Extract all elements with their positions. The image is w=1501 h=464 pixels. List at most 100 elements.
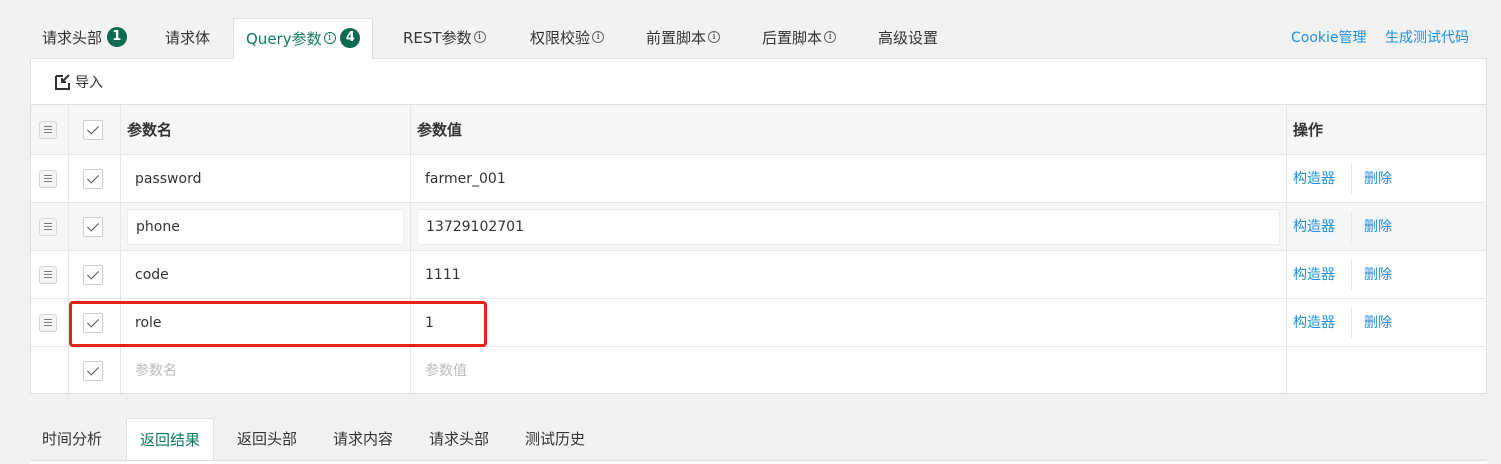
drag-cell [31,203,69,250]
tab-label: 权限校验 [530,29,591,47]
tab-label: 后置脚本 [762,29,823,47]
operation-cell: 构造器 删除 [1287,203,1486,250]
param-value-placeholder: 参数值 [425,363,467,379]
tab-auth[interactable]: 权限校验 i [530,18,605,58]
cookie-manager-link[interactable]: Cookie管理 [1291,18,1367,58]
response-panel [30,460,1487,464]
operation-cell: 构造器 删除 [1287,299,1486,346]
operation-cell: 构造器 删除 [1287,251,1486,298]
import-label: 导入 [75,75,103,91]
tab-response-headers[interactable]: 返回头部 [237,418,297,460]
param-value-cell[interactable]: farmer_001 [411,155,1287,202]
drag-cell [31,155,69,202]
header-param-value: 参数值 [417,121,463,139]
param-value-cell: 13729102701 [411,203,1287,250]
checkbox-cell [69,203,121,250]
tab-request-content[interactable]: 请求内容 [333,418,393,460]
import-button[interactable]: 导入 [55,71,103,95]
builder-link[interactable]: 构造器 [1293,203,1335,251]
drag-cell [31,251,69,298]
tab-request-headers-bottom[interactable]: 请求头部 [429,418,489,460]
param-name-cell[interactable]: role [121,299,411,346]
column-menu-icon[interactable] [39,121,57,139]
tab-time-analysis[interactable]: 时间分析 [42,418,102,460]
table-row: phone 13729102701 构造器 删除 [31,203,1486,251]
divider [1351,308,1352,338]
table-row: password farmer_001 构造器 删除 [31,155,1486,203]
header-operation: 操作 [1293,121,1324,139]
param-name: phone [136,219,180,235]
header-drag-cell [31,105,69,154]
tab-advanced-settings[interactable]: 高级设置 [878,18,938,58]
params-toolbar: 导入 [31,59,1486,105]
response-tab-bar: 时间分析 返回结果 返回头部 请求内容 请求头部 测试历史 [30,418,1501,464]
drag-handle-icon[interactable] [39,314,57,332]
tab-label: 请求头部 [42,29,103,47]
tab-query-params[interactable]: Query参数 i 4 [233,18,374,59]
tab-label: REST参数 [403,29,472,47]
info-icon: i [592,31,605,43]
row-enable-checkbox[interactable] [83,217,103,237]
row-enable-checkbox[interactable] [83,313,103,333]
drag-handle-icon[interactable] [39,170,57,188]
delete-link[interactable]: 删除 [1364,203,1392,251]
info-icon: i [824,31,837,43]
param-value-cell[interactable]: 1111 [411,251,1287,298]
param-value-input[interactable]: 13729102701 [417,209,1280,245]
param-name-cell[interactable]: password [121,155,411,202]
row-enable-checkbox[interactable] [83,361,103,381]
header-param-name: 参数名 [127,121,173,139]
import-icon [55,73,70,90]
tab-label: Query参数 [246,30,322,48]
tab-label: 前置脚本 [646,29,707,47]
table-row: role 1 构造器 删除 [31,299,1486,347]
param-name-cell[interactable]: code [121,251,411,298]
count-badge: 1 [106,27,127,47]
param-value: 1111 [425,267,461,283]
tab-label: 高级设置 [878,29,939,47]
divider [1351,164,1352,194]
tab-request-body[interactable]: 请求体 [165,18,210,58]
row-enable-checkbox[interactable] [83,169,103,189]
checkbox-cell [69,155,121,202]
info-icon: i [323,32,336,44]
param-name: code [135,267,169,283]
tab-request-headers[interactable]: 请求头部 1 [42,18,127,58]
param-value-cell[interactable]: 1 [411,299,1287,346]
checkbox-cell [69,299,121,346]
query-params-panel: 导入 参数名 参数值 操作 password farmer_001 构造器 删除 [30,58,1487,395]
drag-handle-icon[interactable] [39,218,57,236]
row-enable-checkbox[interactable] [83,265,103,285]
request-tab-bar: 请求头部 1 请求体 Query参数 i 4 REST参数 i 权限校验 i 前置脚本… [30,18,1501,59]
header-op-cell: 操作 [1287,105,1486,154]
select-all-checkbox[interactable] [83,120,103,140]
param-value: 13729102701 [426,219,524,235]
drag-cell [31,347,69,395]
delete-link[interactable]: 删除 [1364,155,1392,203]
checkbox-cell [69,347,121,395]
operation-cell: 构造器 删除 [1287,155,1486,202]
tab-post-script[interactable]: 后置脚本 i [762,18,837,58]
builder-link[interactable]: 构造器 [1293,299,1335,347]
divider [1351,260,1352,290]
drag-handle-icon[interactable] [39,266,57,284]
tab-response-result[interactable]: 返回结果 [126,418,215,464]
new-param-value-input[interactable]: 参数值 [411,347,1287,395]
builder-link[interactable]: 构造器 [1293,155,1335,203]
tab-rest-params[interactable]: REST参数 i [403,18,486,58]
generate-test-code-link[interactable]: 生成测试代码 [1385,18,1469,58]
header-value-cell: 参数值 [411,105,1287,154]
param-name: password [135,171,202,187]
param-name-placeholder: 参数名 [135,363,177,379]
delete-link[interactable]: 删除 [1364,251,1392,299]
divider [1351,212,1352,242]
tab-pre-script[interactable]: 前置脚本 i [646,18,721,58]
builder-link[interactable]: 构造器 [1293,251,1335,299]
param-name-input[interactable]: phone [127,209,404,245]
header-checkbox-cell [69,105,121,154]
new-param-name-input[interactable]: 参数名 [121,347,411,395]
delete-link[interactable]: 删除 [1364,299,1392,347]
header-name-cell: 参数名 [121,105,411,154]
param-name-cell: phone [121,203,411,250]
tab-test-history[interactable]: 测试历史 [525,418,585,460]
